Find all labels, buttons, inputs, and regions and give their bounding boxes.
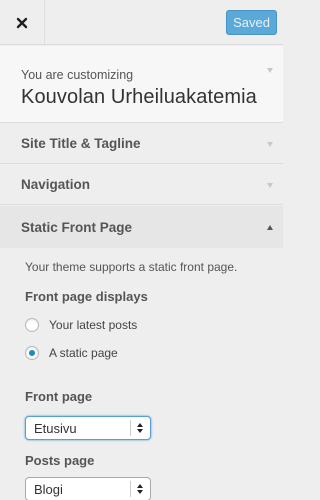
select-value: Blogi [34, 482, 63, 497]
select-value: Etusivu [34, 421, 77, 436]
radio-button-checked[interactable] [25, 346, 39, 360]
section-navigation[interactable]: Navigation [0, 165, 283, 205]
saved-button[interactable]: Saved [226, 10, 277, 35]
customizer-info[interactable]: You are customizing Kouvolan Urheiluakat… [0, 46, 283, 123]
static-front-page-panel: Your theme supports a static front page.… [0, 248, 283, 500]
radio-label: Your latest posts [49, 318, 138, 332]
chevron-up-icon [267, 225, 273, 230]
posts-page-label: Posts page [25, 453, 95, 468]
posts-page-select[interactable]: Blogi [25, 477, 151, 500]
close-icon [16, 17, 28, 28]
panel-description: Your theme supports a static front page. [25, 260, 238, 274]
section-static-front-page[interactable]: Static Front Page [0, 206, 283, 248]
front-page-displays-label: Front page displays [25, 289, 148, 304]
chevron-down-icon[interactable] [267, 68, 273, 73]
radio-button[interactable] [25, 318, 39, 332]
customizer-header: Saved [0, 0, 283, 45]
customizing-label: You are customizing [21, 68, 134, 82]
site-name: Kouvolan Urheiluakatemia [21, 86, 257, 108]
radio-label: A static page [49, 346, 118, 360]
select-divider [130, 481, 131, 497]
chevron-down-icon [267, 142, 273, 147]
front-page-label: Front page [25, 389, 93, 404]
select-divider [130, 420, 131, 436]
radio-latest-posts[interactable]: Your latest posts [25, 316, 137, 334]
front-page-select[interactable]: Etusivu [25, 416, 151, 440]
section-site-title-tagline[interactable]: Site Title & Tagline [0, 124, 283, 164]
select-arrows-icon [137, 423, 143, 433]
section-title: Static Front Page [21, 220, 133, 235]
section-title: Navigation [21, 177, 91, 192]
select-arrows-icon [137, 484, 143, 494]
section-title: Site Title & Tagline [21, 136, 141, 151]
radio-static-page[interactable]: A static page [25, 344, 118, 362]
chevron-down-icon [267, 183, 273, 188]
close-button[interactable] [0, 0, 45, 45]
